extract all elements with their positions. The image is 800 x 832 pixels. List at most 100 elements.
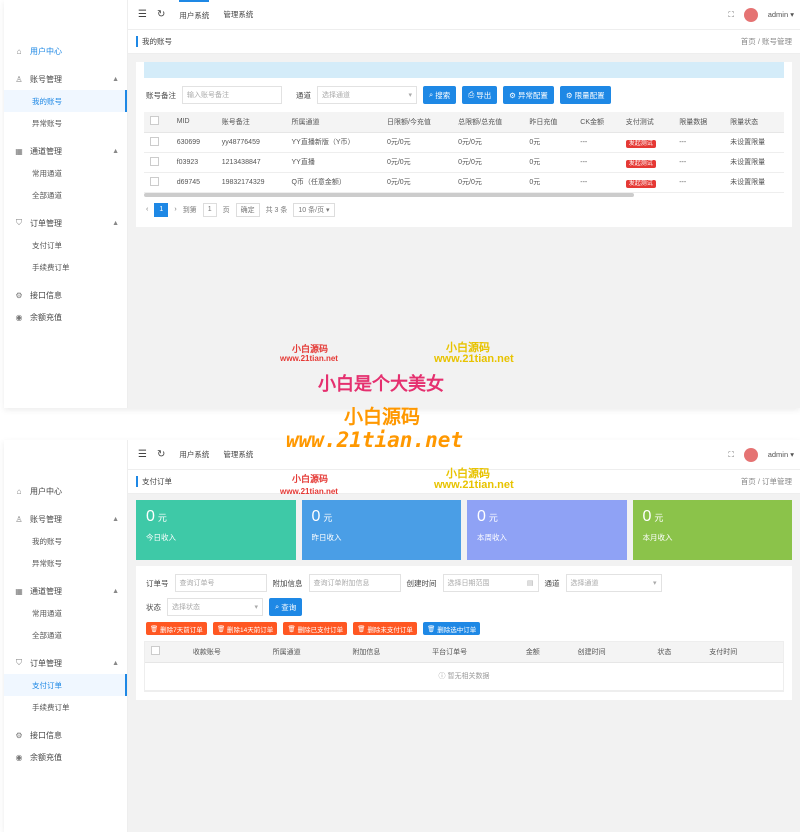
sidebar-item-home[interactable]: ⌂ 用户中心 xyxy=(4,480,127,502)
test-pay-button[interactable]: 发起测试 xyxy=(625,179,656,188)
grid-icon: ▦ xyxy=(15,146,23,156)
tab-user-system[interactable]: 用户系统 xyxy=(179,440,209,470)
tab-admin-system[interactable]: 管理系统 xyxy=(223,0,253,30)
page-size-select[interactable]: 10 条/页 ▾ xyxy=(293,202,335,217)
channel-select[interactable]: 选择通道 ▾ xyxy=(317,86,417,104)
sidebar-item-fee-orders[interactable]: 手续费订单 xyxy=(4,696,127,718)
cell: f03923 xyxy=(170,152,216,173)
sidebar-item-home[interactable]: ⌂ 用户中心 xyxy=(4,40,127,62)
account-table-wrap: MID 账号备注 所属通道 日限额/今充值 总限额/总充值 昨日充值 CK金额 … xyxy=(144,112,784,193)
status-select[interactable]: 选择状态 ▾ xyxy=(167,598,263,616)
goto-confirm-button[interactable]: 确定 xyxy=(235,202,260,217)
refresh-icon[interactable]: ↻ xyxy=(157,9,165,20)
cell: 630699 xyxy=(170,132,216,153)
sidebar-item-fee-orders[interactable]: 手续费订单 xyxy=(4,256,127,278)
sidebar-item-abnormal-account[interactable]: 异常账号 xyxy=(4,552,127,574)
delete-unpaid-button[interactable]: 🗑 删除未支付订单 xyxy=(353,622,417,635)
select-all-checkbox[interactable] xyxy=(151,646,160,656)
search-button[interactable]: ⌕ 查询 xyxy=(269,598,303,616)
cart-icon: ⛉ xyxy=(16,218,22,227)
watermark-text: 小白源码 xyxy=(292,474,329,484)
breadcrumb-path[interactable]: 首页 / 账号管理 xyxy=(741,36,792,47)
sidebar-item-api[interactable]: ⚙ 接口信息 xyxy=(4,284,127,306)
sidebar-item-my-account[interactable]: 我的账号 xyxy=(4,530,127,552)
menu-toggle-icon[interactable]: ☰ xyxy=(138,449,147,460)
channel-select[interactable]: 选择通道 ▾ xyxy=(565,574,662,592)
row-checkbox[interactable] xyxy=(150,136,159,146)
account-card: 账号备注 输入账号备注 通道 选择通道 ▾ ⌕ 搜索 ⎙ 导出 ⚙ 异常配置 ⚙ 限量配置… xyxy=(136,62,792,227)
sidebar-group-channel[interactable]: ▦ 通道管理 ▲ xyxy=(4,580,127,602)
prev-page-icon[interactable]: ‹ xyxy=(146,206,148,213)
cell: 0元/0元 xyxy=(452,172,524,193)
fullscreen-icon[interactable]: ⛶ xyxy=(728,10,733,20)
tab-user-system[interactable]: 用户系统 xyxy=(179,0,210,30)
sidebar-item-all-channel[interactable]: 全部通道 xyxy=(4,624,127,646)
remark-input[interactable]: 输入账号备注 xyxy=(182,86,282,104)
sidebar-group-account[interactable]: ♙ 账号管理 ▲ xyxy=(4,508,127,530)
info-input[interactable]: 查询订单附加信息 xyxy=(308,574,401,592)
user-menu[interactable]: admin ▾ xyxy=(768,450,794,459)
sidebar-item-abnormal-account[interactable]: 异常账号 xyxy=(4,112,127,134)
status-label: 状态 xyxy=(146,602,161,612)
time-range-input[interactable]: 选择日期范围 ▤ xyxy=(442,574,539,592)
breadcrumb-path[interactable]: 首页 / 订单管理 xyxy=(741,476,792,487)
order-actions: 🗑 删除7天前订单 🗑 删除14天前订单 🗑 删除已支付订单 🗑 删除未支付订单… xyxy=(136,620,792,641)
tab-admin-system[interactable]: 管理系统 xyxy=(223,440,253,470)
select-all-checkbox[interactable] xyxy=(150,116,159,126)
test-pay-button[interactable]: 发起测试 xyxy=(625,159,656,168)
refresh-icon[interactable]: ↻ xyxy=(157,449,165,460)
delete-7days-button[interactable]: 🗑 删除7天前订单 xyxy=(146,622,207,635)
sidebar-group-order[interactable]: ⛉ 订单管理 ▲ xyxy=(4,652,127,674)
col-header: 支付时间 xyxy=(703,642,783,663)
sidebar-item-recharge[interactable]: ◉ 余额充值 xyxy=(4,306,127,328)
col-header: 账号备注 xyxy=(215,112,286,133)
test-pay-button[interactable]: 发起测试 xyxy=(625,139,656,148)
order-input[interactable]: 查询订单号 xyxy=(174,574,267,592)
sidebar-item-common-channel[interactable]: 常用通道 xyxy=(4,162,127,184)
next-page-icon[interactable]: › xyxy=(174,206,176,213)
search-button[interactable]: ⌕ 搜索 xyxy=(423,86,457,104)
cell: 0元/0元 xyxy=(380,172,453,193)
page-current[interactable]: 1 xyxy=(154,202,169,217)
fullscreen-icon[interactable]: ⛶ xyxy=(728,450,733,460)
delete-selected-button[interactable]: 🗑 删除选中订单 xyxy=(423,622,481,635)
info-icon: ⓘ xyxy=(438,673,446,680)
table-row: 630699 yy48776459 YY直播新版（Y币） 0元/0元 0元/0元… xyxy=(144,132,784,153)
row-checkbox[interactable] xyxy=(150,176,159,186)
avatar[interactable] xyxy=(743,7,758,22)
watermark-url: www.21tian.net xyxy=(434,479,514,491)
coin-icon: ◉ xyxy=(15,752,23,762)
sidebar-item-all-channel[interactable]: 全部通道 xyxy=(4,184,127,206)
sidebar-item-recharge[interactable]: ◉ 余额充值 xyxy=(4,746,127,768)
delete-14days-button[interactable]: 🗑 删除14天前订单 xyxy=(212,622,278,635)
sidebar-item-pay-orders[interactable]: 支付订单 xyxy=(4,234,127,256)
sidebar-item-my-account[interactable]: 我的账号 xyxy=(4,90,127,112)
avatar[interactable] xyxy=(743,447,758,462)
stat-month: 0元 本月收入 xyxy=(632,500,792,560)
menu-toggle-icon[interactable]: ☰ xyxy=(138,9,147,20)
sidebar-group-account[interactable]: ♙ 账号管理 ▲ xyxy=(4,68,127,90)
sidebar-item-pay-orders[interactable]: 支付订单 xyxy=(4,674,127,696)
col-header: 收款账号 xyxy=(186,642,267,663)
col-header: CK金额 xyxy=(574,112,620,133)
export-button[interactable]: ⎙ 导出 xyxy=(462,86,498,104)
sidebar-group-channel[interactable]: ▦ 通道管理 ▲ xyxy=(4,140,127,162)
sidebar-group-order[interactable]: ⛉ 订单管理 ▲ xyxy=(4,212,127,234)
account-filter: 账号备注 输入账号备注 通道 选择通道 ▾ ⌕ 搜索 ⎙ 导出 ⚙ 异常配置 ⚙ 限量配置 xyxy=(136,78,792,112)
limit-config-button[interactable]: ⚙ 限量配置 xyxy=(559,86,611,104)
search-icon: ⌕ xyxy=(429,90,434,99)
goto-page-input[interactable]: 1 xyxy=(202,202,217,217)
row-checkbox[interactable] xyxy=(150,156,159,166)
col-header: 限量数据 xyxy=(673,112,725,133)
delete-paid-button[interactable]: 🗑 删除已支付订单 xyxy=(283,622,348,635)
cell: YY直播 xyxy=(285,152,381,173)
goto-suffix: 页 xyxy=(222,206,230,214)
sidebar-item-api[interactable]: ⚙ 接口信息 xyxy=(4,724,127,746)
user-menu[interactable]: admin ▾ xyxy=(768,10,794,19)
watermark-url: www.21tian.net xyxy=(286,428,464,452)
account-panel: ⌂ 用户中心 ♙ 账号管理 ▲ 我的账号 异常账号 ▦ 通道管理 ▲ 常用通道 全部通道 … xyxy=(4,0,800,408)
gear-icon: ⚙ xyxy=(15,290,23,300)
watermark-slogan: 小白是个大美女 xyxy=(318,374,444,394)
abnormal-config-button[interactable]: ⚙ 异常配置 xyxy=(503,86,554,104)
sidebar-item-common-channel[interactable]: 常用通道 xyxy=(4,602,127,624)
